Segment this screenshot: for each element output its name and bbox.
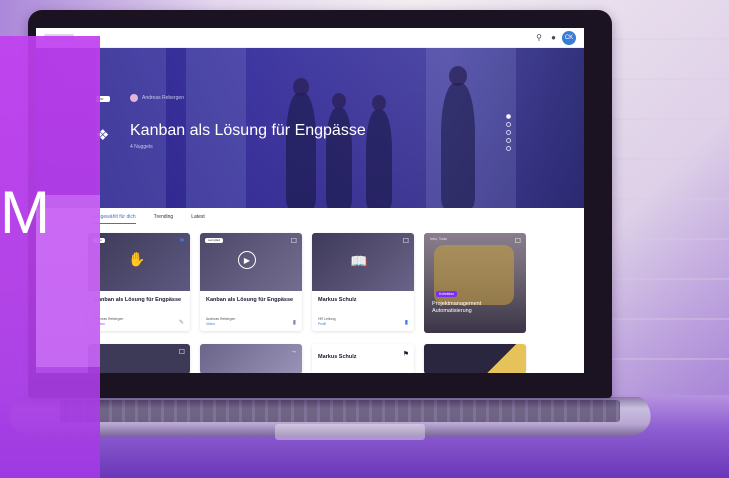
- content-tabs: Ausgewählt für dich Trending Latest: [92, 214, 205, 224]
- card-type: Video: [206, 322, 215, 326]
- tab-trending[interactable]: Trending: [154, 214, 174, 224]
- bookmark-icon[interactable]: ⚑: [179, 237, 185, 245]
- card-title: Kanban als Lösung für Engpässe: [94, 297, 182, 303]
- hero-pagination: [506, 114, 511, 151]
- bell-icon[interactable]: ●: [551, 33, 556, 42]
- pagination-dot[interactable]: [506, 130, 511, 135]
- laptop-keyboard: [60, 400, 620, 422]
- content-card[interactable]: ☐: [88, 344, 190, 373]
- bookmark-icon[interactable]: ☐: [515, 237, 521, 245]
- tab-latest[interactable]: Latest: [191, 214, 205, 224]
- laptop-trackpad: [275, 424, 425, 440]
- hero-person: [286, 93, 316, 208]
- card-author: Andreas Rebergen: [206, 317, 236, 321]
- brand-letter: M: [0, 179, 50, 246]
- card-chip: Lernpfad: [205, 238, 223, 243]
- pagination-dot[interactable]: [506, 138, 511, 143]
- hero-banner[interactable]: Neu Andreas Rebergen ❖ Kanban als Lösung…: [36, 48, 584, 208]
- content-card[interactable]: →: [200, 344, 302, 373]
- chart-icon[interactable]: ▮: [405, 319, 408, 326]
- hero-person-head: [293, 78, 309, 96]
- hero-person-head: [332, 93, 346, 109]
- chart-icon[interactable]: ▮: [293, 319, 296, 326]
- content-card[interactable]: ✋ Neu ⚑ Kanban als Lösung für Engpässe A…: [88, 233, 190, 331]
- bookmark-icon[interactable]: ⚑: [403, 350, 409, 358]
- arrow-icon[interactable]: →: [290, 348, 297, 355]
- card-title: Kanban als Lösung für Engpässe: [206, 297, 294, 303]
- card-chip: Kollektion: [436, 291, 458, 297]
- bookmark-icon[interactable]: ☐: [403, 237, 409, 245]
- search-icon[interactable]: ⚲: [536, 33, 542, 42]
- card-title: Markus Schulz: [318, 297, 357, 303]
- hero-meta: Andreas Rebergen: [130, 94, 184, 102]
- laptop-screen: ⚲ ● CK Neu Andreas Rebergen ❖ Kanban als…: [36, 28, 584, 373]
- hero-person: [441, 83, 475, 208]
- content-card[interactable]: Markus Schulz ⚑: [312, 344, 414, 373]
- bookmark-icon[interactable]: ☐: [291, 237, 297, 245]
- pagination-dot[interactable]: [506, 146, 511, 151]
- card-type: Profil: [318, 322, 326, 326]
- hero-person: [366, 110, 392, 208]
- hero-subtitle: 4 Nuggets: [130, 144, 153, 150]
- app-topbar: ⚲ ● CK: [36, 28, 584, 48]
- hero-person-head: [372, 95, 386, 111]
- edit-icon[interactable]: ✎: [179, 319, 184, 326]
- card-author: HR Leitung: [318, 317, 336, 321]
- author-avatar: [130, 94, 138, 102]
- pagination-dot[interactable]: [506, 122, 511, 127]
- content-card[interactable]: [424, 344, 526, 373]
- hero-person-head: [449, 66, 467, 86]
- book-icon: 📖: [350, 253, 368, 269]
- bookmark-icon[interactable]: ☐: [179, 348, 185, 356]
- pagination-dot[interactable]: [506, 114, 511, 119]
- card-image: 📖: [312, 233, 414, 291]
- hero-title[interactable]: Kanban als Lösung für Engpässe: [130, 122, 366, 140]
- card-title: Markus Schulz: [318, 354, 357, 360]
- content-card[interactable]: 📖 ☐ Markus Schulz HR Leitung Profil ▮: [312, 233, 414, 331]
- play-icon[interactable]: ▶: [238, 251, 256, 269]
- user-avatar[interactable]: CK: [562, 31, 576, 45]
- content-card[interactable]: ▶ Lernpfad ☐ Kanban als Lösung für Engpä…: [200, 233, 302, 331]
- card-top-text: Intro, Tools: [430, 237, 448, 241]
- hand-icon: ✋: [128, 251, 146, 267]
- content-card-collection[interactable]: Intro, Tools ☐ Kollektion Projektmanagem…: [424, 233, 526, 333]
- hero-author: Andreas Rebergen: [142, 95, 184, 101]
- card-title: Projektmanagement Automatisierung: [432, 301, 482, 314]
